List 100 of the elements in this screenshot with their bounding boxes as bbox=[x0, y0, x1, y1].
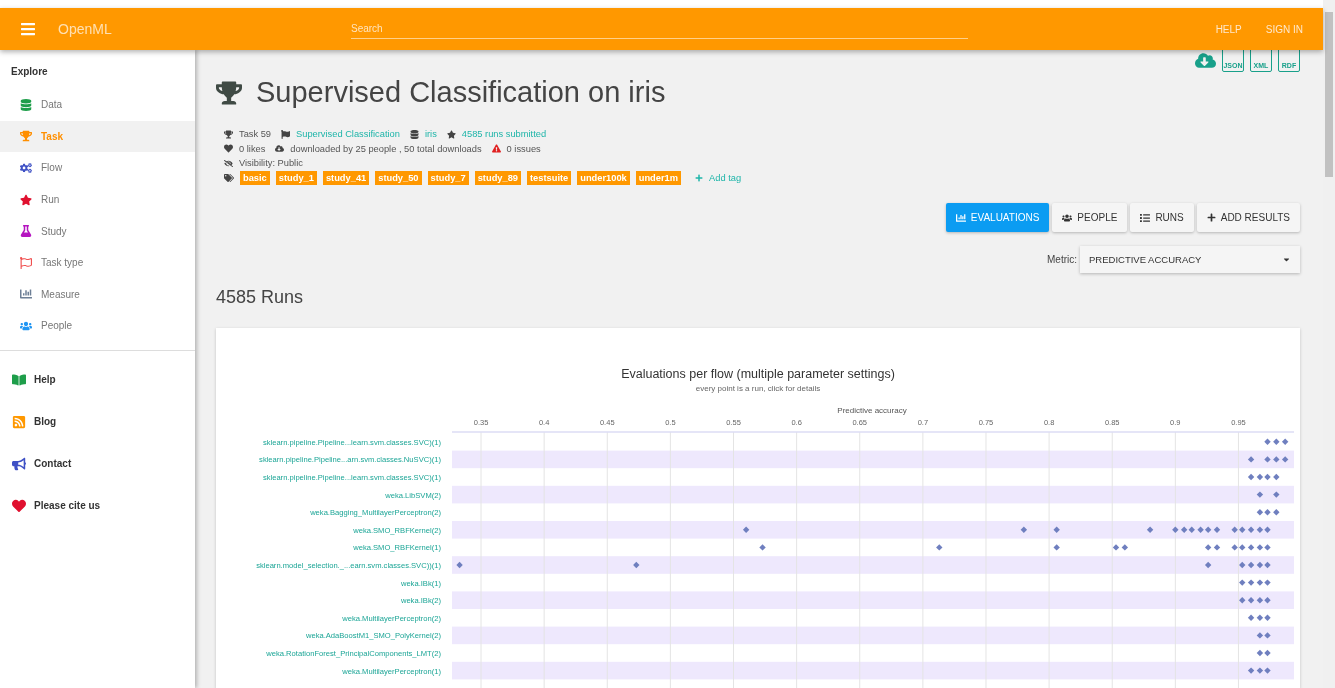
run-point[interactable] bbox=[1053, 526, 1060, 533]
run-point[interactable] bbox=[1273, 456, 1280, 463]
tag[interactable]: study_50 bbox=[375, 170, 422, 185]
run-point[interactable] bbox=[1256, 526, 1264, 533]
run-point[interactable] bbox=[1264, 438, 1271, 445]
run-point[interactable] bbox=[1204, 561, 1212, 569]
run-point[interactable] bbox=[1264, 561, 1271, 569]
header-link[interactable]: HELP bbox=[1215, 23, 1242, 35]
run-point[interactable] bbox=[1247, 456, 1255, 463]
run-point[interactable] bbox=[1231, 544, 1238, 551]
run-point[interactable] bbox=[1256, 491, 1264, 498]
run-point[interactable] bbox=[1273, 509, 1280, 516]
run-point[interactable] bbox=[1213, 526, 1221, 533]
view-tab[interactable]: EVALUATIONS bbox=[945, 203, 1050, 232]
sidebar-link[interactable]: Contact bbox=[0, 442, 195, 485]
run-point[interactable] bbox=[1180, 526, 1188, 533]
run-point[interactable] bbox=[1256, 544, 1264, 551]
sidebar-link[interactable]: Blog bbox=[0, 400, 195, 443]
run-point[interactable] bbox=[1121, 544, 1129, 551]
brand-name[interactable]: OpenML bbox=[58, 21, 298, 37]
run-point[interactable] bbox=[1281, 438, 1289, 445]
sidebar-item[interactable]: Data bbox=[0, 89, 195, 121]
run-point[interactable] bbox=[1247, 526, 1255, 533]
run-point[interactable] bbox=[1172, 526, 1179, 533]
run-point[interactable] bbox=[1256, 579, 1264, 586]
header-link[interactable]: SIGN IN bbox=[1265, 23, 1303, 35]
metric-dropdown[interactable]: PREDICTIVE ACCURACY bbox=[1080, 246, 1300, 273]
sidebar-item[interactable]: Study bbox=[0, 215, 195, 247]
run-point[interactable] bbox=[1112, 544, 1120, 551]
run-point[interactable] bbox=[1239, 579, 1246, 586]
run-point[interactable] bbox=[1264, 614, 1271, 621]
tag[interactable]: study_7 bbox=[427, 170, 469, 185]
run-point[interactable] bbox=[1264, 509, 1271, 516]
run-point[interactable] bbox=[1239, 597, 1246, 604]
run-point[interactable] bbox=[1247, 544, 1255, 551]
run-point[interactable] bbox=[1247, 579, 1255, 586]
run-point[interactable] bbox=[1264, 526, 1271, 533]
run-point[interactable] bbox=[1231, 526, 1238, 533]
run-point[interactable] bbox=[1264, 473, 1271, 481]
sidebar-item[interactable]: Run bbox=[0, 183, 195, 216]
run-point[interactable] bbox=[1146, 526, 1154, 533]
meta-link[interactable]: iris bbox=[424, 129, 437, 140]
run-point[interactable] bbox=[1247, 597, 1255, 604]
run-point[interactable] bbox=[1264, 667, 1271, 674]
run-point[interactable] bbox=[1204, 526, 1212, 533]
run-point[interactable] bbox=[633, 561, 640, 569]
run-point[interactable] bbox=[1247, 614, 1255, 621]
run-point[interactable] bbox=[1256, 614, 1264, 621]
run-point[interactable] bbox=[1273, 473, 1280, 481]
run-point[interactable] bbox=[1247, 667, 1255, 674]
run-point[interactable] bbox=[1264, 597, 1271, 604]
run-point[interactable] bbox=[1256, 632, 1264, 639]
run-point[interactable] bbox=[1256, 473, 1264, 481]
tag[interactable]: under100k bbox=[577, 170, 630, 185]
tag[interactable]: basic bbox=[240, 170, 270, 185]
run-point[interactable] bbox=[1197, 526, 1204, 533]
sidebar-item[interactable]: People bbox=[0, 310, 195, 342]
run-point[interactable] bbox=[1020, 526, 1028, 533]
sidebar-item[interactable]: Task type bbox=[0, 246, 195, 279]
run-point[interactable] bbox=[1264, 632, 1271, 639]
add-results-button[interactable]: ADD RESULTS bbox=[1196, 203, 1300, 232]
run-point[interactable] bbox=[1247, 561, 1255, 569]
run-point[interactable] bbox=[759, 544, 766, 551]
sidebar-link[interactable]: Please cite us bbox=[0, 484, 195, 527]
view-tab[interactable]: RUNS bbox=[1130, 203, 1194, 232]
run-point[interactable] bbox=[1239, 526, 1246, 533]
run-point[interactable] bbox=[1239, 544, 1246, 551]
sidebar-item[interactable]: Task bbox=[0, 120, 195, 153]
meta-link[interactable]: Supervised Classification bbox=[296, 129, 400, 140]
tag[interactable]: under1m bbox=[635, 170, 681, 185]
search-field[interactable]: Search bbox=[351, 19, 968, 39]
run-point[interactable] bbox=[1188, 526, 1195, 533]
sidebar-item[interactable]: Flow bbox=[0, 152, 195, 184]
run-point[interactable] bbox=[1053, 544, 1060, 551]
meta-link[interactable]: 4585 runs submitted bbox=[461, 129, 547, 140]
run-point[interactable] bbox=[1264, 579, 1271, 586]
run-point[interactable] bbox=[1264, 456, 1271, 463]
run-point[interactable] bbox=[936, 544, 943, 551]
tag[interactable]: study_1 bbox=[275, 170, 317, 185]
menu-icon[interactable] bbox=[20, 21, 36, 37]
view-tab[interactable]: PEOPLE bbox=[1052, 203, 1128, 232]
run-point[interactable] bbox=[1256, 667, 1264, 674]
cloud-download-icon[interactable] bbox=[1195, 50, 1216, 71]
tag[interactable]: testsuite bbox=[527, 170, 572, 185]
run-point[interactable] bbox=[1264, 544, 1271, 551]
run-point[interactable] bbox=[1273, 438, 1280, 445]
run-point[interactable] bbox=[1256, 509, 1264, 516]
tag[interactable]: study_89 bbox=[474, 170, 521, 185]
run-point[interactable] bbox=[1256, 561, 1264, 569]
run-point[interactable] bbox=[1247, 473, 1255, 481]
add-tag-link[interactable]: Add tag bbox=[695, 172, 742, 183]
scrollbar[interactable] bbox=[1323, 0, 1335, 688]
run-point[interactable] bbox=[1273, 491, 1280, 498]
run-point[interactable] bbox=[1239, 561, 1246, 569]
run-point[interactable] bbox=[1256, 597, 1264, 604]
run-point[interactable] bbox=[1256, 649, 1264, 657]
run-point[interactable] bbox=[1204, 544, 1212, 551]
run-point[interactable] bbox=[1281, 456, 1289, 463]
run-point[interactable] bbox=[456, 561, 463, 569]
sidebar-item[interactable]: Measure bbox=[0, 278, 195, 311]
